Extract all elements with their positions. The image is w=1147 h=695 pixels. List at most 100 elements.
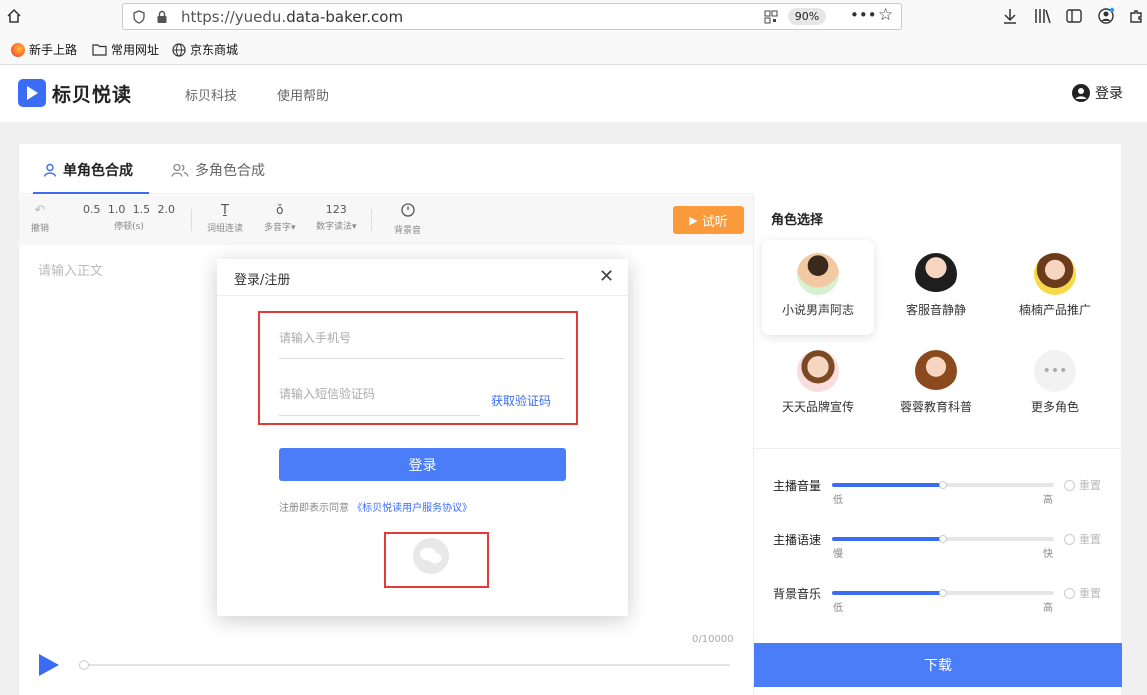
pause-option[interactable]: 2.0 (157, 203, 175, 216)
slider-min-label: 低 (833, 603, 843, 614)
text-editor[interactable]: 请输入正文 (38, 260, 103, 279)
address-bar[interactable]: https://yuedu.data-baker.com 90% ••• ☆ (122, 3, 902, 30)
home-icon[interactable] (6, 8, 22, 24)
nav-link-company[interactable]: 标贝科技 (185, 85, 237, 104)
user-icon (1072, 84, 1090, 102)
library-icon[interactable] (1034, 8, 1052, 24)
slider-max-label: 高 (1043, 603, 1053, 614)
more-icon: ••• (1034, 350, 1076, 392)
bookmark-star-icon[interactable]: ☆ (878, 5, 893, 25)
more-roles-button[interactable]: ••• 更多角色 (999, 350, 1111, 415)
reset-label: 重置 (1079, 587, 1101, 600)
role-card[interactable]: 楠楠产品推广 (999, 253, 1111, 318)
login-label: 登录 (1095, 86, 1123, 102)
slider-knob[interactable] (939, 481, 947, 489)
undo-icon: ↶ (34, 203, 46, 218)
bg-sound-label: 背景音 (394, 226, 422, 236)
role-name: 楠楠产品推广 (1018, 303, 1091, 317)
reset-button[interactable]: 重置 (1064, 477, 1101, 493)
polyphone-button[interactable]: ǒ 多音字▾ (264, 203, 296, 233)
slider-max-label: 高 (1043, 495, 1053, 506)
role-name: 蓉蓉教育科普 (899, 400, 972, 414)
url-text[interactable]: https://yuedu.data-baker.com (181, 8, 403, 26)
caret-down-icon: ▾ (291, 223, 296, 233)
role-heading: 角色选择 (771, 213, 824, 228)
role-name: 客服音静静 (905, 303, 966, 317)
modal-header: 登录/注册 ✕ (217, 259, 628, 296)
bookmark-item[interactable]: 新手上路 (11, 41, 77, 58)
person-icon (43, 163, 57, 177)
modal-title: 登录/注册 (234, 273, 291, 288)
slider-knob[interactable] (939, 535, 947, 543)
reset-button[interactable]: 重置 (1064, 531, 1101, 547)
pause-control: 0.5 1.0 1.5 2.0 停顿(s) (83, 203, 175, 232)
tab-multi-role[interactable]: 多角色合成 (171, 160, 265, 180)
slider-knob[interactable] (939, 589, 947, 597)
login-submit-button[interactable]: 登录 (279, 448, 566, 481)
play-icon[interactable] (39, 654, 59, 676)
header-login-button[interactable]: 登录 (1072, 83, 1123, 103)
pause-option[interactable]: 1.0 (108, 203, 126, 216)
undo-button[interactable]: ↶ 撤销 (31, 203, 49, 234)
music-label: 背景音乐 (773, 587, 822, 601)
pause-label: 停顿(s) (114, 222, 144, 232)
avatar (797, 350, 839, 392)
pause-option[interactable]: 0.5 (83, 203, 101, 216)
bg-sound-button[interactable]: 背景音 (394, 203, 421, 236)
polyphone-label: 多音字 (264, 223, 292, 233)
get-code-link[interactable]: 获取验证码 (491, 392, 551, 409)
download-button[interactable]: 下载 (754, 643, 1122, 687)
role-card[interactable]: 天天品牌宣传 (762, 350, 874, 415)
account-icon[interactable] (1097, 7, 1115, 25)
number-read-label: 数字读法 (316, 222, 353, 232)
more-actions-icon[interactable]: ••• (850, 6, 877, 24)
bookmark-label: 常用网址 (111, 43, 160, 57)
nav-link-help[interactable]: 使用帮助 (277, 85, 329, 104)
word-link-button[interactable]: Ṯ 词组连读 (207, 203, 243, 234)
number-read-button[interactable]: 123 数字读法▾ (316, 203, 357, 232)
listen-label: 试听 (701, 214, 728, 230)
pause-option[interactable]: 1.5 (133, 203, 151, 216)
avatar (1034, 253, 1076, 295)
logo-icon[interactable] (18, 79, 46, 107)
music-slider[interactable] (832, 589, 1054, 597)
volume-slider[interactable] (832, 481, 1054, 489)
avatar (915, 253, 957, 295)
phone-placeholder: 请输入手机号 (279, 331, 352, 345)
word-link-label: 词组连读 (207, 224, 244, 234)
lock-icon[interactable] (156, 10, 168, 24)
wechat-icon (420, 547, 442, 564)
people-icon (171, 163, 189, 177)
extension-icon[interactable] (1128, 8, 1144, 24)
tab-single-role[interactable]: 单角色合成 (43, 160, 133, 180)
text-icon: Ṯ (221, 203, 229, 218)
reset-button[interactable]: 重置 (1064, 585, 1101, 601)
audio-progress-bar[interactable] (82, 664, 730, 666)
firefox-icon (11, 42, 25, 57)
download-icon[interactable] (1002, 8, 1018, 24)
editor-toolbar: ↶ 撤销 0.5 1.0 1.5 2.0 停顿(s) Ṯ 词组连读 ǒ 多音字▾… (19, 195, 753, 245)
audio-progress-knob[interactable] (79, 660, 89, 670)
wechat-login-icon[interactable] (413, 538, 449, 574)
role-card[interactable]: 蓉蓉教育科普 (880, 350, 992, 415)
zoom-level[interactable]: 90% (788, 8, 826, 25)
agreement-link[interactable]: 《标贝悦读用户服务协议》 (352, 503, 472, 514)
role-card[interactable]: 客服音静静 (880, 253, 992, 318)
login-modal: 登录/注册 ✕ 请输入手机号 请输入短信验证码 获取验证码 登录 注册即表示同意… (217, 259, 628, 616)
caret-down-icon: ▾ (352, 222, 357, 232)
sms-code-input[interactable]: 请输入短信验证码 (279, 385, 480, 416)
bookmark-item[interactable]: 京东商城 (172, 41, 238, 58)
role-card[interactable]: 小说男声阿志 (762, 240, 874, 335)
listen-button[interactable]: ▶ 试听 (673, 206, 744, 234)
slider-fill (832, 591, 943, 595)
slider-fill (832, 483, 943, 487)
polyphone-icon: ǒ (276, 203, 284, 217)
sidebar-icon[interactable] (1066, 8, 1082, 24)
phone-input[interactable]: 请输入手机号 (279, 329, 565, 359)
qr-code-icon[interactable] (764, 10, 778, 24)
speed-slider[interactable] (832, 535, 1054, 543)
bookmark-item[interactable]: 常用网址 (92, 41, 159, 58)
logo-text[interactable]: 标贝悦读 (52, 80, 132, 107)
shield-icon[interactable] (133, 10, 145, 24)
close-icon[interactable]: ✕ (599, 266, 614, 287)
